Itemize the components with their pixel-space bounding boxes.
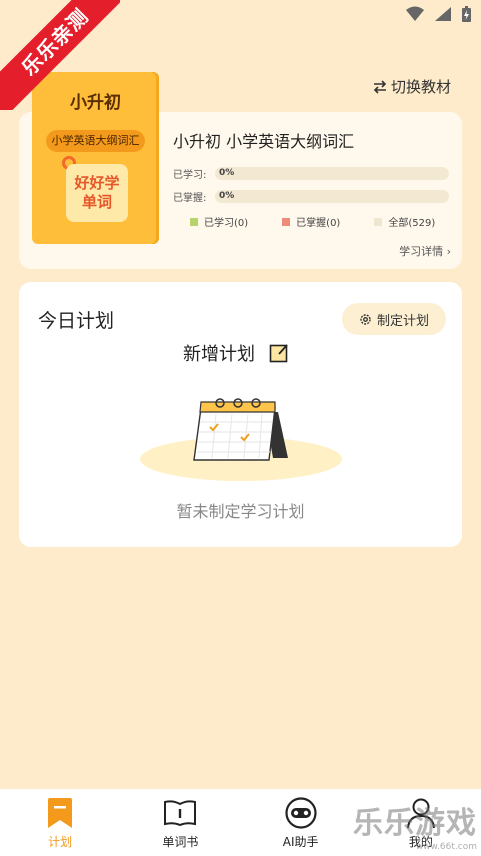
learned-progress: 已学习: 0%: [173, 166, 449, 181]
mastered-progress-bar: 0%: [215, 190, 449, 203]
learned-label: 已学习:: [173, 170, 207, 181]
mastered-percent: 0%: [219, 191, 235, 201]
study-details-link[interactable]: 学习详情 ›: [399, 243, 451, 259]
swap-arrows-icon: [373, 79, 387, 94]
make-plan-button[interactable]: 制定计划: [342, 303, 446, 335]
wifi-icon: [406, 6, 424, 21]
switch-textbook-label: 切换教材: [390, 78, 451, 96]
nav-wordbook-label: 单词书: [162, 835, 199, 849]
progress-legend: 已学习(0) 已掌握(0) 全部(529): [190, 214, 435, 229]
cover-badge-line1: 好好学: [74, 174, 120, 192]
legend-learned: 已学习(0): [190, 214, 248, 229]
legend-total-swatch: [374, 217, 383, 226]
legend-mastered-swatch: [282, 217, 291, 226]
nav-ai-assistant-label: AI助手: [282, 835, 319, 849]
edit-note-icon: [269, 344, 288, 363]
nav-ai-assistant[interactable]: AI助手: [251, 797, 351, 850]
learned-percent: 0%: [219, 168, 235, 178]
nav-plan-label: 计划: [48, 835, 73, 849]
add-plan-label: 新增计划: [183, 344, 255, 365]
bookmark-icon: [44, 797, 76, 829]
status-bar: [406, 6, 471, 22]
legend-total-label: 全部(529): [388, 218, 436, 229]
cover-pill: 小学英语大纲词汇: [46, 130, 145, 152]
legend-total: 全部(529): [374, 214, 435, 229]
battery-icon: [462, 6, 471, 22]
legend-mastered-label: 已掌握(0): [296, 218, 341, 229]
empty-plan-text: 暂未制定学习计划: [176, 502, 305, 521]
legend-mastered: 已掌握(0): [282, 214, 340, 229]
book-name: 小升初 小学英语大纲词汇: [173, 132, 355, 151]
open-book-icon: [164, 797, 197, 829]
nav-plan[interactable]: 计划: [10, 797, 110, 850]
make-plan-label: 制定计划: [376, 313, 429, 329]
watermark-ribbon-text: 乐乐亲测: [0, 0, 120, 110]
legend-learned-label: 已学习(0): [204, 218, 249, 229]
mastered-label: 已掌握:: [173, 193, 207, 204]
cover-badge: 好好学 单词: [66, 164, 128, 222]
nav-wordbook[interactable]: 单词书: [130, 797, 230, 850]
site-watermark-name: 乐乐游戏: [353, 806, 477, 841]
site-watermark: 乐乐游戏 www.66t.com: [353, 798, 477, 852]
cellular-signal-icon: [435, 7, 451, 21]
empty-calendar-illustration: [140, 398, 342, 481]
learned-progress-bar: 0%: [215, 167, 449, 180]
site-watermark-url: www.66t.com: [415, 842, 477, 852]
cover-badge-line2: 单词: [81, 193, 112, 211]
add-plan-button[interactable]: 新增计划: [183, 340, 289, 366]
today-plan-title: 今日计划: [38, 310, 115, 332]
robot-icon: [285, 797, 317, 829]
switch-textbook-button[interactable]: 切换教材: [373, 76, 451, 97]
gear-icon: [360, 313, 371, 325]
legend-learned-swatch: [190, 217, 198, 226]
mastered-progress: 已掌握: 0%: [173, 189, 449, 204]
watermark-ribbon: 乐乐亲测: [0, 0, 120, 110]
